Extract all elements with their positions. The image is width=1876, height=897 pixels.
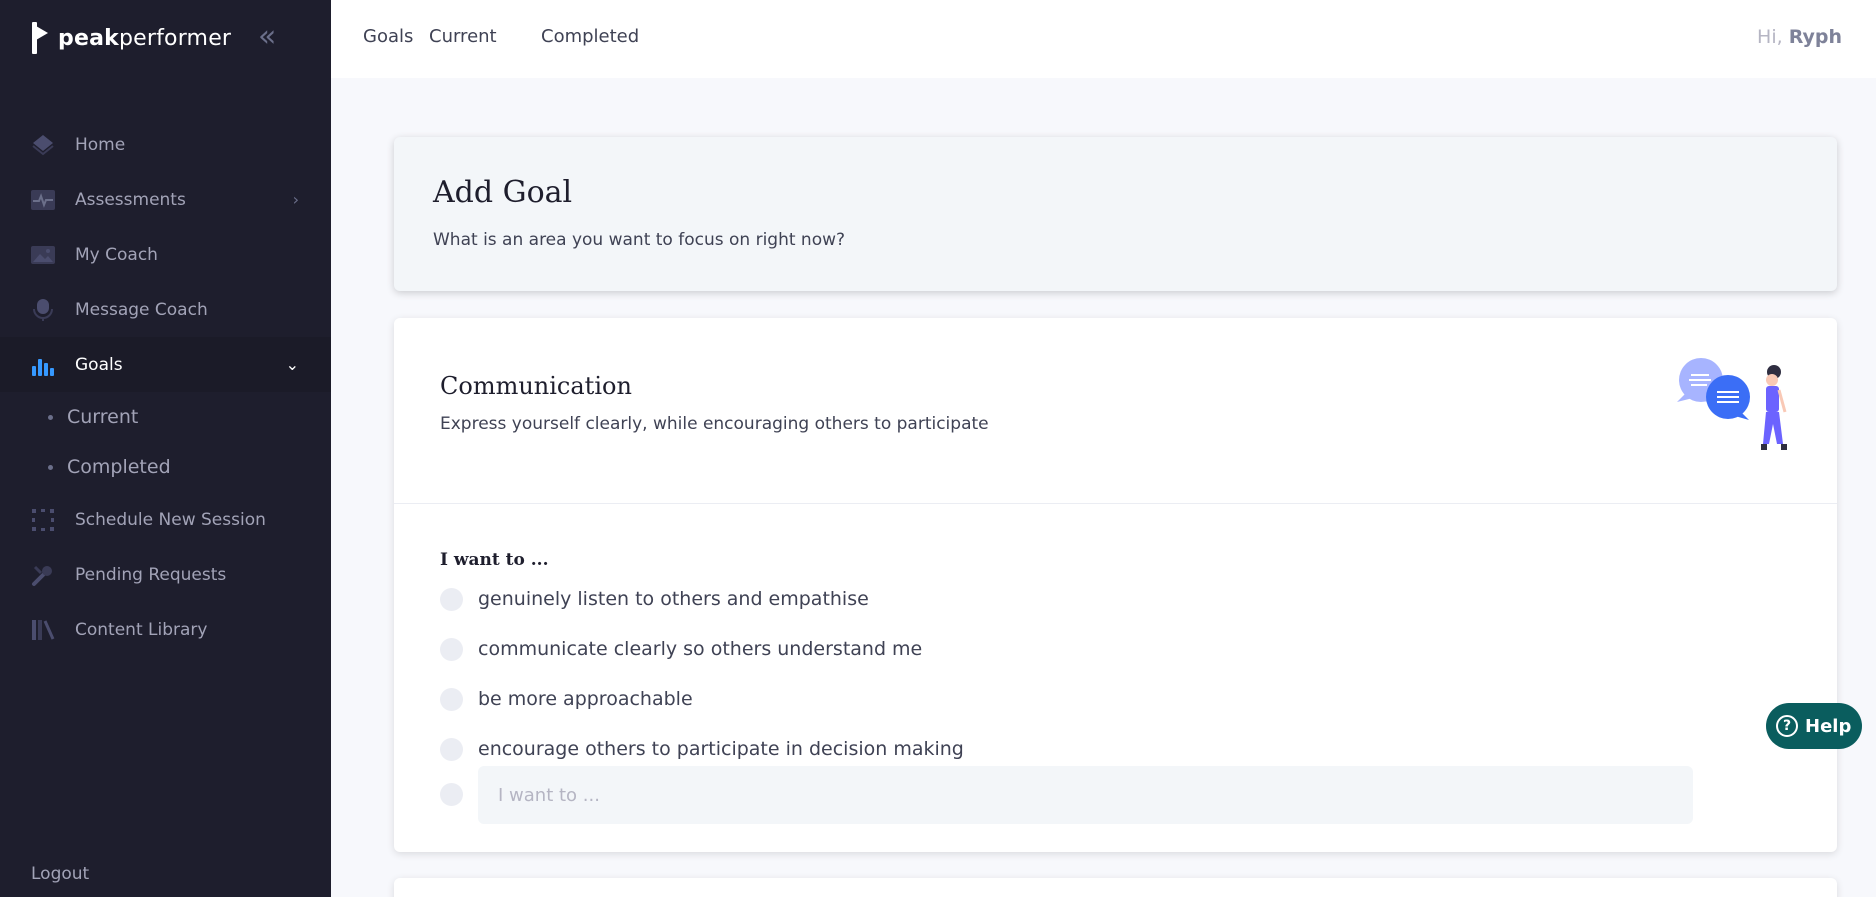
goal-option[interactable]: be more approachable	[440, 686, 693, 712]
custom-goal-input[interactable]	[478, 766, 1693, 824]
brand-name: peakperformer	[58, 25, 232, 51]
top-header: Goals Current Completed Hi, Ryph	[331, 0, 1876, 78]
image-icon	[31, 243, 55, 267]
sidebar-item-label: Goals	[75, 354, 123, 375]
radio-button[interactable]	[440, 587, 463, 611]
bullet-dot-icon	[48, 414, 53, 420]
greeting-prefix: Hi,	[1757, 26, 1783, 48]
topic-description: Express yourself clearly, while encourag…	[440, 414, 989, 434]
help-button[interactable]: ? Help	[1766, 703, 1862, 749]
brand-logo[interactable]: peakperformer	[30, 22, 231, 54]
sidebar-item-message-coach[interactable]: Message Coach	[0, 282, 331, 337]
sidebar-subitem-completed[interactable]: Completed	[0, 442, 331, 492]
user-greeting[interactable]: Hi, Ryph	[1757, 26, 1842, 48]
sidebar-subitem-current[interactable]: Current	[0, 392, 331, 442]
sidebar: peakperformer « Home Assessments › My Co…	[0, 0, 331, 897]
sidebar-item-label: Content Library	[75, 619, 208, 640]
home-icon	[31, 133, 55, 157]
header-tab-goals[interactable]: Goals	[363, 26, 413, 47]
sidebar-item-label: My Coach	[75, 244, 158, 265]
question-mark-icon: ?	[1776, 715, 1798, 737]
sidebar-item-assessments[interactable]: Assessments ›	[0, 172, 331, 227]
chevron-down-icon: ⌄	[285, 355, 299, 374]
goal-option-label: genuinely listen to others and empathise	[478, 588, 869, 610]
radio-button[interactable]	[440, 637, 463, 661]
collapse-sidebar-icon[interactable]: «	[258, 22, 286, 52]
library-icon	[31, 618, 55, 642]
sidebar-item-label: Assessments	[75, 189, 186, 210]
topic-header: Communication Express yourself clearly, …	[394, 318, 1837, 504]
add-goal-card: Add Goal What is an area you want to foc…	[394, 137, 1837, 291]
logout-link[interactable]: Logout	[31, 864, 89, 884]
sidebar-item-goals[interactable]: Goals ⌄	[0, 337, 331, 392]
pulse-icon	[31, 188, 55, 212]
help-button-label: Help	[1805, 715, 1852, 737]
sidebar-item-label: Schedule New Session	[75, 509, 266, 530]
radio-button[interactable]	[440, 687, 463, 711]
sidebar-item-my-coach[interactable]: My Coach	[0, 227, 331, 282]
topic-title: Communication	[440, 372, 632, 400]
page-subtitle: What is an area you want to focus on rig…	[433, 230, 846, 250]
bar-chart-icon	[31, 353, 55, 377]
bullet-dot-icon	[48, 464, 53, 470]
goal-option[interactable]: communicate clearly so others understand…	[440, 636, 922, 662]
goal-option-label: encourage others to participate in decis…	[478, 738, 964, 760]
microphone-icon	[31, 298, 55, 322]
header-tab-completed[interactable]: Completed	[541, 26, 639, 47]
page-title: Add Goal	[433, 175, 573, 210]
sidebar-item-home[interactable]: Home	[0, 117, 331, 172]
header-tab-current[interactable]: Current	[429, 26, 497, 47]
communication-illustration-icon	[1677, 358, 1787, 450]
goal-option[interactable]: encourage others to participate in decis…	[440, 736, 964, 762]
sidebar-subitem-label: Current	[67, 406, 139, 428]
sidebar-item-label: Pending Requests	[75, 564, 227, 585]
custom-goal-radio[interactable]	[440, 783, 463, 806]
next-card	[394, 878, 1837, 897]
sidebar-item-schedule-new-session[interactable]: Schedule New Session	[0, 492, 331, 547]
sidebar-subitem-label: Completed	[67, 456, 171, 478]
goal-topic-card: Communication Express yourself clearly, …	[394, 318, 1837, 852]
select-frame-icon	[31, 508, 55, 532]
goal-option[interactable]: genuinely listen to others and empathise	[440, 586, 869, 612]
goal-option-label: communicate clearly so others understand…	[478, 638, 923, 660]
sidebar-nav: Home Assessments › My Coach Message Coac…	[0, 117, 331, 657]
user-name: Ryph	[1788, 26, 1842, 48]
tools-icon	[31, 563, 55, 587]
radio-button[interactable]	[440, 737, 463, 761]
sidebar-item-label: Home	[75, 134, 126, 155]
sidebar-item-pending-requests[interactable]: Pending Requests	[0, 547, 331, 602]
logo-flag-icon	[30, 22, 50, 54]
goal-option-label: be more approachable	[478, 688, 693, 710]
sidebar-item-label: Message Coach	[75, 299, 208, 320]
chevron-right-icon: ›	[292, 190, 299, 209]
options-prompt: I want to ...	[440, 550, 549, 570]
sidebar-item-content-library[interactable]: Content Library	[0, 602, 331, 657]
